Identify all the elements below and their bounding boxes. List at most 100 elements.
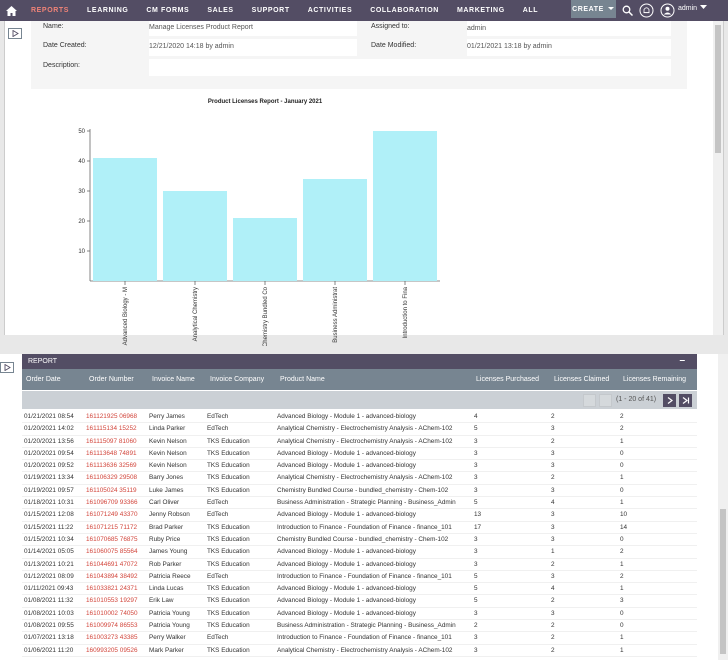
invoice-name-cell: Kevin Nelson: [149, 437, 187, 445]
order-number-link[interactable]: 161044691 47072: [86, 559, 138, 571]
nav-item-collaboration[interactable]: COLLABORATION: [361, 0, 448, 21]
report-table: 01/21/2021 08:54 161121925 06968 Perry Jam…: [22, 411, 697, 657]
column-header-invoice-company[interactable]: Invoice Company: [210, 369, 264, 390]
licenses-purchased-cell: 3: [474, 474, 478, 482]
y-tick-label: 30: [78, 189, 85, 195]
order-date-cell: 01/14/2021 05:05: [24, 548, 74, 556]
licenses-claimed-cell: 2: [551, 474, 555, 482]
column-header-order-number[interactable]: Order Number: [89, 369, 134, 390]
order-date-cell: 01/07/2021 13:18: [24, 634, 74, 642]
column-header-licenses-purchased[interactable]: Licenses Purchased: [476, 369, 539, 390]
panel-toggle-button[interactable]: [8, 28, 22, 39]
collapse-button[interactable]: –: [679, 354, 685, 368]
table-row: 01/12/2021 08:09 161043894 38492 Patricia …: [22, 571, 697, 584]
licenses-claimed-cell: 2: [551, 437, 555, 445]
licenses-claimed-cell: 3: [551, 486, 555, 494]
scrollbar-thumb[interactable]: [715, 25, 721, 153]
invoice-name-cell: Perry Walker: [149, 634, 186, 642]
nav-item-reports[interactable]: REPORTS: [22, 0, 78, 21]
order-number-link[interactable]: 161009974 86553: [86, 620, 138, 632]
order-number-link[interactable]: 161033821 24371: [86, 583, 138, 595]
licenses-remaining-cell: 3: [620, 597, 624, 605]
table-row: 01/06/2021 11:20 160993205 09526 Mark Park…: [22, 645, 697, 657]
panel-scrollbar[interactable]: [713, 21, 723, 335]
order-number-link[interactable]: 161043894 38492: [86, 571, 138, 583]
create-button[interactable]: CREATE: [571, 0, 616, 18]
nav-item-activities[interactable]: ACTIVITIES: [299, 0, 362, 21]
product-name-cell: Chemistry Bundled Course - bundled_chemi…: [277, 486, 449, 494]
bar: [233, 218, 297, 281]
invoice-name-cell: Linda Parker: [149, 425, 186, 433]
order-number-link[interactable]: 161113648 74891: [86, 448, 137, 460]
invoice-company-cell: EdTech: [207, 511, 229, 519]
nav-item-all[interactable]: ALL: [514, 0, 547, 21]
invoice-company-cell: EdTech: [207, 572, 229, 580]
home-icon[interactable]: [0, 0, 22, 21]
licenses-purchased-cell: 5: [474, 597, 478, 605]
previous-page-button[interactable]: [599, 394, 612, 407]
user-avatar-icon[interactable]: [659, 2, 675, 18]
order-number-link[interactable]: 161010002 74050: [86, 608, 138, 620]
nav-item-learning[interactable]: LEARNING: [78, 0, 137, 21]
order-number-link[interactable]: 161071215 71172: [86, 522, 137, 534]
bar: [373, 131, 437, 281]
search-icon[interactable]: [619, 2, 635, 18]
caret-down-icon: [700, 5, 708, 9]
order-number-link[interactable]: 161113636 32569: [86, 460, 137, 472]
order-number-link[interactable]: 161070685 76875: [86, 534, 138, 546]
scrollbar-thumb[interactable]: [720, 509, 726, 654]
licenses-purchased-cell: 5: [474, 585, 478, 593]
nav-item-cm-forms[interactable]: CM FORMS: [137, 0, 198, 21]
notifications-bell-icon[interactable]: [638, 2, 654, 18]
invoice-name-cell: Barry Jones: [149, 474, 184, 482]
first-page-button[interactable]: [583, 394, 596, 407]
licenses-remaining-cell: 2: [620, 413, 624, 420]
invoice-company-cell: EdTech: [207, 425, 229, 433]
description-value: [149, 59, 671, 76]
licenses-purchased-cell: 3: [474, 548, 478, 556]
y-tick-label: 20: [78, 219, 85, 225]
panel-scrollbar[interactable]: [718, 354, 728, 660]
licenses-remaining-cell: 1: [620, 585, 624, 593]
last-page-button[interactable]: [679, 394, 692, 407]
bar: [93, 158, 157, 281]
licenses-claimed-cell: 3: [551, 425, 555, 433]
bar-chart: 10 20 30 40 50 Advanced Biology - M Analytical…: [78, 129, 440, 346]
licenses-claimed-cell: 3: [551, 535, 555, 543]
order-number-link[interactable]: 161071249 43370: [86, 509, 138, 521]
column-header-product-name[interactable]: Product Name: [280, 369, 325, 390]
order-number-link[interactable]: 161115097 81060: [86, 436, 137, 448]
next-page-button[interactable]: [663, 394, 676, 407]
order-number-link[interactable]: 161096709 93366: [86, 497, 138, 509]
nav-item-sales[interactable]: SALES: [198, 0, 242, 21]
product-name-cell: Business Administration - Strategic Plan…: [277, 499, 456, 507]
order-number-link[interactable]: 161106329 29508: [86, 472, 137, 484]
user-menu[interactable]: admin: [678, 0, 708, 17]
product-name-cell: Introduction to Finance - Foundation of …: [277, 523, 452, 531]
x-tick-label: Introduction to Fina: [403, 286, 409, 338]
order-number-link[interactable]: 161115134 15252: [86, 423, 137, 435]
column-header-invoice-name[interactable]: Invoice Name: [152, 369, 195, 390]
column-header-order-date[interactable]: Order Date: [26, 369, 61, 390]
order-number-link[interactable]: 161060075 85564: [86, 546, 138, 558]
panel-toggle-button[interactable]: [0, 362, 14, 373]
licenses-remaining-cell: 1: [620, 646, 624, 654]
invoice-company-cell: EdTech: [207, 634, 229, 642]
order-date-cell: 01/13/2021 10:21: [24, 560, 74, 568]
order-date-cell: 01/20/2021 13:56: [24, 437, 74, 445]
licenses-remaining-cell: 1: [620, 499, 624, 507]
nav-item-support[interactable]: SUPPORT: [243, 0, 299, 21]
order-number-link[interactable]: 161010553 19297: [86, 595, 138, 607]
order-date-cell: 01/19/2021 13:34: [24, 474, 74, 482]
order-number-link[interactable]: 161105024 35119: [86, 485, 137, 497]
column-header-licenses-remaining[interactable]: Licenses Remaining: [623, 369, 686, 390]
column-header-licenses-claimed[interactable]: Licenses Claimed: [554, 369, 609, 390]
table-row: 01/08/2021 09:55 161009974 86553 Patricia …: [22, 620, 697, 633]
licenses-remaining-cell: 1: [620, 560, 624, 568]
order-number-link[interactable]: 161003273 43385: [86, 632, 138, 644]
order-number-link[interactable]: 161121925 06968: [86, 411, 137, 423]
nav-item-marketing[interactable]: MARKETING: [448, 0, 514, 21]
product-name-cell: Advanced Biology - Module 1 - advanced-b…: [277, 585, 416, 593]
order-number-link[interactable]: 160993205 09526: [86, 645, 138, 657]
date-created-value: 12/21/2020 14:18 by admin: [149, 39, 357, 56]
